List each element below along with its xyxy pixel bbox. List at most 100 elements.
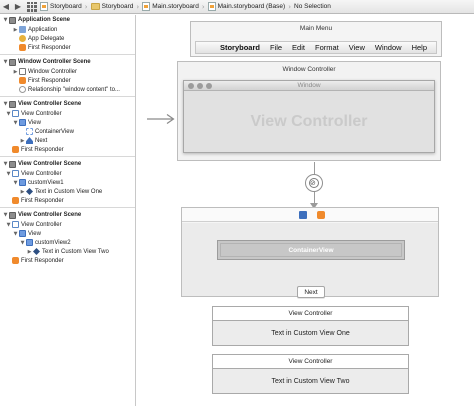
- container-view[interactable]: ContainerView: [217, 240, 405, 260]
- disclosure-open-icon[interactable]: ▼: [2, 17, 9, 23]
- disclosure-closed-icon[interactable]: ▶: [12, 69, 19, 75]
- scene-icon: [9, 100, 16, 108]
- breadcrumb-folder[interactable]: Storyboard: [90, 0, 134, 14]
- related-items-icon[interactable]: [27, 1, 37, 12]
- window-title: Window: [297, 82, 321, 89]
- menu-item-file[interactable]: File: [265, 43, 287, 52]
- scene-header[interactable]: ▼ View Controller Scene: [0, 210, 135, 220]
- outline-item-view[interactable]: ▼ View: [0, 229, 135, 238]
- chevron-right-icon: ›: [201, 2, 205, 11]
- scene-title: View Controller Scene: [18, 161, 82, 167]
- disclosure-open-icon[interactable]: ▼: [12, 120, 19, 126]
- breadcrumb-project[interactable]: Storyboard: [40, 0, 82, 14]
- chevron-right-icon: ›: [288, 2, 292, 11]
- outline-item-first-responder[interactable]: First Responder: [0, 145, 135, 154]
- view-icon: [19, 179, 26, 186]
- outline-item-window-controller[interactable]: ▶ Window Controller: [0, 67, 135, 76]
- outline-item-first-responder[interactable]: First Responder: [0, 196, 135, 205]
- outline-item-first-responder[interactable]: First Responder: [0, 43, 135, 52]
- disclosure-open-icon[interactable]: ▼: [12, 231, 19, 237]
- outline-item-app-delegate[interactable]: App Delegate: [0, 34, 135, 43]
- breadcrumb-label: No Selection: [294, 3, 331, 10]
- scene-header[interactable]: ▼ View Controller Scene: [0, 99, 135, 109]
- outline-item-first-responder[interactable]: First Responder: [0, 76, 135, 85]
- outline-item-first-responder[interactable]: First Responder: [0, 256, 135, 265]
- disclosure-closed-icon[interactable]: ▶: [19, 138, 26, 144]
- window[interactable]: Window View Controller: [183, 80, 435, 153]
- disclosure-open-icon[interactable]: ▼: [5, 111, 12, 117]
- menu-item-format[interactable]: Format: [310, 43, 344, 52]
- outline-item-view-controller[interactable]: ▼ View Controller: [0, 109, 135, 118]
- view-controller-scene-3: ▼ View Controller Scene ▼ View Controlle…: [0, 210, 135, 267]
- disclosure-closed-icon[interactable]: ▶: [12, 27, 19, 33]
- main-menu-scene[interactable]: Main Menu Storyboard File Edit Format Vi…: [190, 21, 442, 57]
- back-icon[interactable]: ◀: [0, 0, 12, 14]
- breadcrumb-file[interactable]: Main.storyboard: [142, 0, 199, 14]
- item-label: Application: [28, 26, 58, 33]
- window-content-placeholder: View Controller: [250, 113, 368, 130]
- outline-item-view-controller[interactable]: ▼ View Controller: [0, 220, 135, 229]
- outline-item-custom-view-1[interactable]: ▼ customView1: [0, 178, 135, 187]
- disclosure-open-icon[interactable]: ▼: [12, 180, 19, 186]
- breadcrumb-selection[interactable]: No Selection: [294, 0, 331, 14]
- disclosure-closed-icon[interactable]: ▶: [19, 189, 26, 195]
- disclosure-open-icon[interactable]: ▼: [5, 171, 12, 177]
- disclosure-open-icon[interactable]: ▼: [2, 59, 9, 65]
- disclosure-open-icon[interactable]: ▼: [5, 222, 12, 228]
- first-responder-icon[interactable]: [317, 211, 325, 219]
- menu-bar: Storyboard File Edit Format View Window …: [195, 41, 437, 54]
- disclosure-closed-icon[interactable]: ▶: [26, 249, 33, 255]
- forward-icon[interactable]: ▶: [12, 0, 24, 14]
- outline-item-view-controller[interactable]: ▼ View Controller: [0, 169, 135, 178]
- relationship-icon: [19, 86, 26, 93]
- disclosure-open-icon[interactable]: ▼: [2, 212, 9, 218]
- custom-view-one-text: Text in Custom View One: [213, 321, 408, 345]
- window-controller-scene[interactable]: Window Controller Window View Controller: [177, 61, 441, 161]
- view-controller-icon[interactable]: [299, 211, 307, 219]
- initial-controller-arrow-icon: [147, 114, 175, 124]
- outline-item-relationship[interactable]: Relationship "window content" to...: [0, 85, 135, 94]
- scene-icon: [9, 58, 16, 66]
- breadcrumb-label: Storyboard: [101, 3, 134, 10]
- outline-item-text-one[interactable]: ▶ Text in Custom View One: [0, 187, 135, 196]
- item-label: First Responder: [21, 197, 64, 204]
- view-controller-scene[interactable]: ContainerView Next: [181, 207, 439, 298]
- menu-item-edit[interactable]: Edit: [287, 43, 310, 52]
- outline-item-next[interactable]: ▶ Next: [0, 136, 135, 145]
- scene-title: View Controller: [213, 355, 408, 369]
- disclosure-open-icon[interactable]: ▼: [2, 101, 9, 107]
- breadcrumb-label: Main.storyboard (Base): [217, 3, 286, 10]
- storyboard-canvas[interactable]: Main Menu Storyboard File Edit Format Vi…: [137, 15, 474, 406]
- outline-item-custom-view-2[interactable]: ▼ customView2: [0, 238, 135, 247]
- outline-item-text-two[interactable]: ▶ Text in Custom View Two: [0, 247, 135, 256]
- view-controller-scene-2: ▼ View Controller Scene ▼ View Controlle…: [0, 159, 135, 208]
- menu-item-window[interactable]: Window: [370, 43, 407, 52]
- scene-header[interactable]: ▼ Application Scene: [0, 15, 135, 25]
- custom-view-one-scene[interactable]: View Controller Text in Custom View One: [212, 306, 409, 346]
- scene-header[interactable]: ▼ Window Controller Scene: [0, 57, 135, 67]
- next-button[interactable]: Next: [297, 286, 325, 298]
- outline-item-container-view[interactable]: ContainerView: [0, 127, 135, 136]
- custom-view-two-scene[interactable]: View Controller Text in Custom View Two: [212, 354, 409, 394]
- outline-item-application[interactable]: ▶ Application: [0, 25, 135, 34]
- menu-item-view[interactable]: View: [344, 43, 370, 52]
- first-responder-icon: [12, 146, 19, 153]
- first-responder-icon: [19, 44, 26, 51]
- button-icon: [26, 137, 33, 144]
- item-label: customView1: [28, 179, 64, 186]
- disclosure-open-icon[interactable]: ▼: [19, 240, 26, 246]
- first-responder-icon: [19, 77, 26, 84]
- document-outline: ▼ Application Scene ▶ Application App De…: [0, 15, 136, 406]
- view-controller-icon: [12, 221, 19, 228]
- scene-title: Window Controller Scene: [18, 59, 91, 65]
- menu-item-storyboard[interactable]: Storyboard: [215, 43, 265, 52]
- disclosure-open-icon[interactable]: ▼: [2, 161, 9, 167]
- scene-title: View Controller Scene: [18, 101, 82, 107]
- item-label: View Controller: [21, 221, 62, 228]
- scene-title: View Controller Scene: [18, 212, 82, 218]
- application-scene: ▼ Application Scene ▶ Application App De…: [0, 15, 135, 55]
- outline-item-view[interactable]: ▼ View: [0, 118, 135, 127]
- breadcrumb-base[interactable]: Main.storyboard (Base): [207, 0, 286, 14]
- menu-item-help[interactable]: Help: [407, 43, 432, 52]
- scene-header[interactable]: ▼ View Controller Scene: [0, 159, 135, 169]
